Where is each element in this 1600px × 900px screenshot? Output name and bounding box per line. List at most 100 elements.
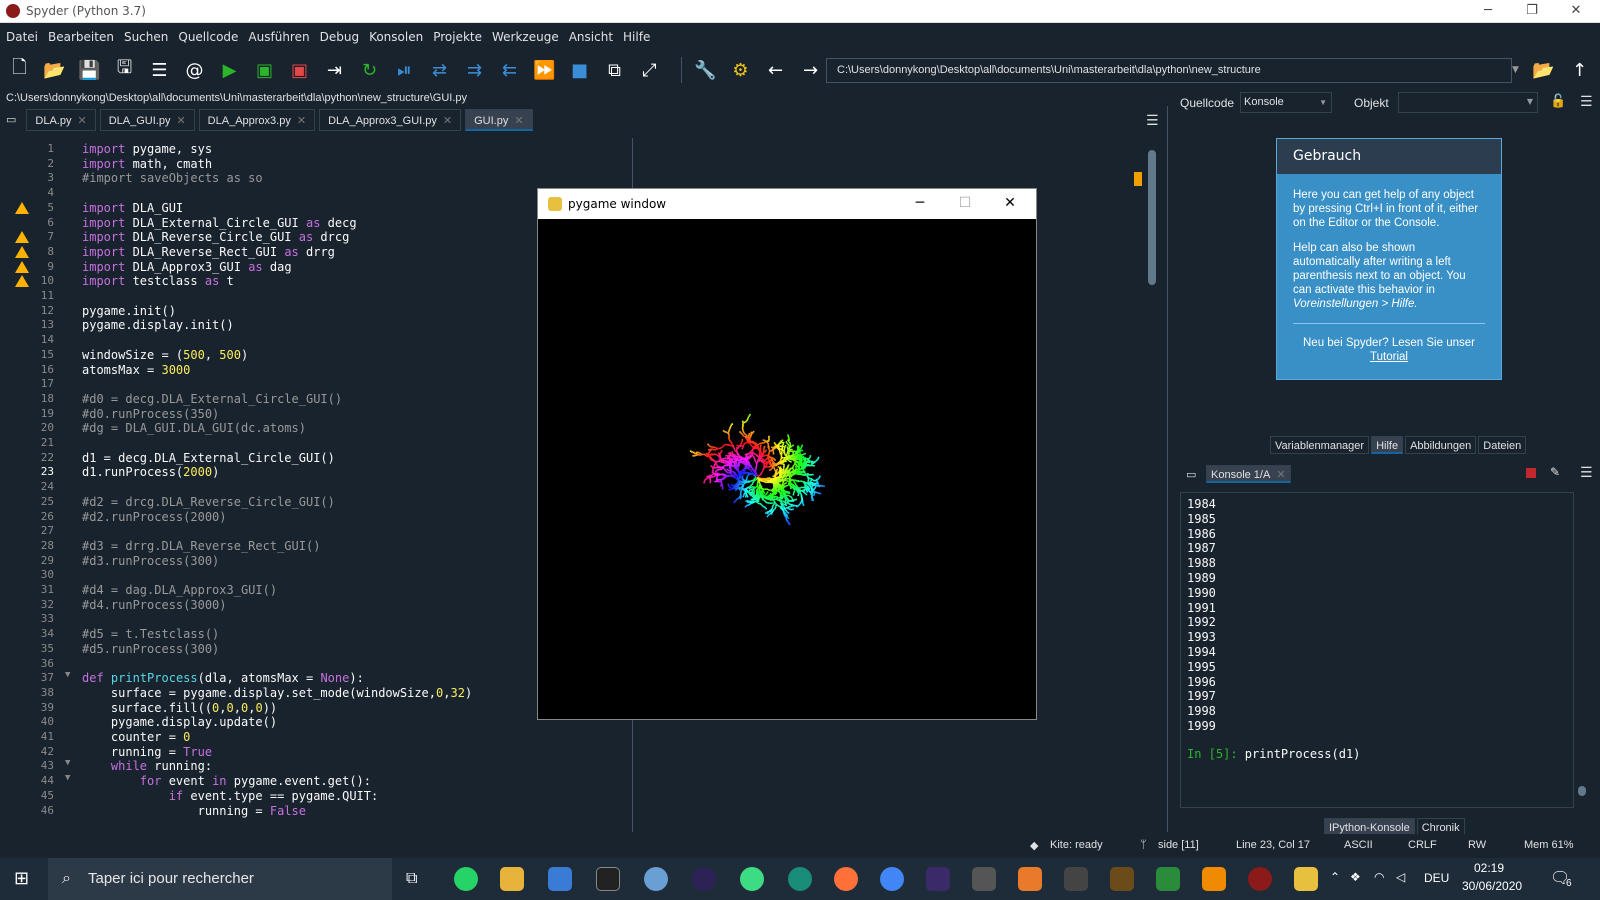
tab-dla-approx3[interactable]: DLA_Approx3.py ✕	[198, 109, 316, 131]
run-cell-icon[interactable]: ▣	[251, 57, 278, 84]
step-icon[interactable]: ⇄	[426, 57, 453, 84]
vlc-icon[interactable]	[1202, 867, 1226, 891]
keyboard-language[interactable]: DEU	[1424, 871, 1449, 885]
texmaker-icon[interactable]	[926, 867, 950, 891]
python-icon[interactable]	[1294, 867, 1318, 891]
warning-icon[interactable]	[15, 245, 29, 258]
tab-gui[interactable]: GUI.py ✕	[465, 109, 533, 131]
parent-dir-icon[interactable]: ↑	[1566, 57, 1593, 84]
new-file-icon[interactable]: 🗋	[6, 57, 33, 84]
close-tab-icon[interactable]: ✕	[176, 115, 185, 127]
tray-expand-icon[interactable]: ⌃	[1330, 870, 1340, 884]
close-tab-icon[interactable]: ✕	[443, 115, 452, 127]
close-button[interactable]: ✕	[1554, 0, 1598, 23]
run-cell-advance-icon[interactable]: ▣	[286, 57, 313, 84]
console-scrollbar[interactable]	[1578, 500, 1586, 796]
r-icon[interactable]	[644, 867, 668, 891]
maximize-button[interactable]: ☐	[943, 189, 987, 219]
tab-variable-explorer[interactable]: Variablenmanager	[1270, 436, 1370, 454]
tab-console[interactable]: Konsole 1/A ✕	[1206, 465, 1291, 483]
fold-chevron-icon[interactable]: ▼	[65, 670, 70, 680]
livebox-icon[interactable]	[1018, 867, 1042, 891]
editor-scrollbar[interactable]	[1148, 150, 1156, 822]
task-view-icon[interactable]: ⧉	[406, 868, 417, 888]
close-tab-icon[interactable]: ✕	[514, 115, 523, 127]
eclipse-icon[interactable]	[692, 867, 716, 891]
file-explorer-icon[interactable]	[500, 867, 524, 891]
menu-debug[interactable]: Debug	[320, 30, 359, 44]
source-select[interactable]: Konsole ▼	[1240, 92, 1332, 113]
stop-debug-icon[interactable]: ■	[566, 57, 593, 84]
lock-icon[interactable]: 🔓	[1550, 94, 1566, 109]
live-icon[interactable]	[1064, 867, 1088, 891]
r-studio-icon[interactable]	[1110, 867, 1134, 891]
tab-dla[interactable]: DLA.py ✕	[26, 109, 96, 131]
save-all-icon[interactable]: 🖫	[111, 57, 138, 84]
browse-tabs-icon[interactable]: ▭	[1186, 468, 1196, 481]
help-options-icon[interactable]: ☰	[1580, 94, 1593, 110]
firefox-icon[interactable]	[834, 867, 858, 891]
eraser-icon[interactable]: ✎	[1550, 465, 1560, 479]
maximize-button[interactable]: ❐	[1510, 0, 1554, 23]
save-icon[interactable]: 💾	[76, 57, 103, 84]
volume-icon[interactable]: ◁	[1396, 870, 1405, 884]
working-directory-input[interactable]: C:\Users\donnykong\Desktop\all\documents…	[826, 58, 1512, 83]
browse-folder-icon[interactable]: 📂	[1530, 57, 1557, 84]
menu-hilfe[interactable]: Hilfe	[623, 30, 650, 44]
spyder-taskbar-icon[interactable]	[1248, 867, 1272, 891]
clock-time[interactable]: 02:19	[1474, 861, 1504, 875]
menu-suchen[interactable]: Suchen	[124, 30, 168, 44]
console-prompt[interactable]: In [5]: printProcess(d1)	[1187, 747, 1360, 761]
menu-konsolen[interactable]: Konsolen	[369, 30, 423, 44]
android-studio-icon[interactable]	[740, 867, 764, 891]
git-icon[interactable]	[548, 867, 572, 891]
preferences-icon[interactable]: 🔧	[692, 57, 719, 84]
tab-dla-gui[interactable]: DLA_GUI.py ✕	[99, 109, 195, 131]
console-options-icon[interactable]: ☰	[1580, 465, 1593, 481]
menu-projekte[interactable]: Projekte	[433, 30, 482, 44]
anaconda-icon[interactable]	[788, 867, 812, 891]
chrome-icon[interactable]	[880, 867, 904, 891]
ipython-console[interactable]: 1984 1985 1986 1987 1988 1989 1990 1991 1992 1993…	[1180, 492, 1574, 808]
minimize-button[interactable]: ─	[898, 189, 942, 219]
whatsapp-icon[interactable]	[454, 867, 478, 891]
menu-quellcode[interactable]: Quellcode	[178, 30, 238, 44]
warning-icon[interactable]	[15, 231, 29, 244]
browse-tabs-icon[interactable]: ▭	[0, 109, 23, 131]
menu-werkzeuge[interactable]: Werkzeuge	[492, 30, 559, 44]
run-selection-icon[interactable]: ⇥	[321, 57, 348, 84]
at-icon[interactable]: @	[181, 57, 208, 84]
fold-chevron-icon[interactable]: ▼	[65, 773, 70, 783]
close-button[interactable]: ✕	[988, 189, 1032, 219]
fold-chevron-icon[interactable]: ▼	[65, 758, 70, 768]
debug-icon[interactable]: ⏯	[391, 57, 418, 84]
warning-icon[interactable]	[15, 201, 29, 214]
wifi-icon[interactable]: ◠	[1374, 870, 1384, 884]
taskbar-search-input[interactable]: ⌕ Taper ici pour rechercher	[48, 858, 392, 900]
scrollbar-thumb[interactable]	[1148, 150, 1156, 285]
warning-icon[interactable]	[15, 260, 29, 273]
back-icon[interactable]: ←	[762, 57, 789, 84]
tab-plots[interactable]: Abbildungen	[1405, 436, 1477, 454]
menu-ansicht[interactable]: Ansicht	[569, 30, 613, 44]
stop-kernel-icon[interactable]	[1526, 468, 1536, 478]
editor-options-icon[interactable]: ☰	[1146, 113, 1159, 129]
close-tab-icon[interactable]: ✕	[1276, 469, 1285, 481]
tab-dla-approx3-gui[interactable]: DLA_Approx3_GUI.py ✕	[319, 109, 462, 131]
menu-ausfuehren[interactable]: Ausführen	[248, 30, 309, 44]
app-icon[interactable]	[1156, 867, 1180, 891]
open-file-icon[interactable]: 📂	[41, 57, 68, 84]
continue-icon[interactable]: ⏩	[531, 57, 558, 84]
fullscreen-icon[interactable]: ⤢	[636, 57, 663, 84]
minimize-button[interactable]: ─	[1466, 0, 1510, 23]
object-input[interactable]: ▼	[1398, 92, 1538, 113]
maximize-pane-icon[interactable]: ⧉	[601, 57, 628, 84]
run-icon[interactable]: ▶	[216, 57, 243, 84]
terminal-icon[interactable]	[596, 867, 620, 891]
outline-icon[interactable]: ☰	[146, 57, 173, 84]
camera-icon[interactable]	[972, 867, 996, 891]
menu-bearbeiten[interactable]: Bearbeiten	[48, 30, 114, 44]
start-icon[interactable]: ⊞	[14, 868, 29, 889]
clock-date[interactable]: 30/06/2020	[1462, 879, 1522, 893]
dropbox-icon[interactable]: ❖	[1350, 870, 1361, 884]
